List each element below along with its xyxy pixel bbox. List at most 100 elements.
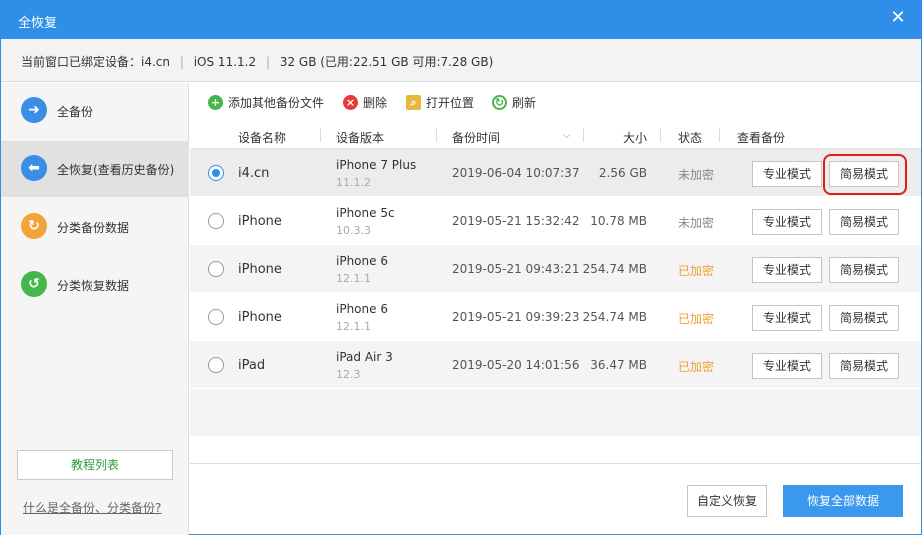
backup-size: 254.74 MB <box>582 310 647 324</box>
row-radio[interactable] <box>208 165 224 181</box>
empty-row <box>190 389 921 437</box>
easy-mode-button[interactable]: 简易模式 <box>829 257 899 283</box>
toolbar: + 添加其他备份文件 × 删除 ⌕ 打开位置 ↻ 刷新 <box>190 83 921 121</box>
status-badge: 已加密 <box>678 360 715 374</box>
backup-size: 2.56 GB <box>598 166 647 180</box>
device-ios-version: 12.1.1 <box>336 272 371 285</box>
backup-time: 2019-05-21 09:43:21 <box>452 262 580 276</box>
column-header-view-backup: 查看备份 <box>737 131 786 145</box>
delete-button[interactable]: × 删除 <box>343 94 387 112</box>
column-divider <box>320 128 321 142</box>
device-name: i4.cn <box>141 55 171 69</box>
window-title: 全恢复 <box>18 16 58 31</box>
table-row[interactable]: i4.cn iPhone 7 Plus 11.1.2 2019-06-04 10… <box>190 149 921 197</box>
sidebar-item-label: 分类恢复数据 <box>57 279 130 293</box>
add-backup-button[interactable]: + 添加其他备份文件 <box>208 94 324 112</box>
column-divider <box>583 128 584 142</box>
device-ios: iOS 11.1.2 <box>193 55 257 69</box>
sidebar-item-label: 全备份 <box>57 105 94 119</box>
easy-mode-button[interactable]: 简易模式 <box>829 353 899 379</box>
sort-chevron-icon[interactable]: ⌵ <box>563 130 571 141</box>
backup-time: 2019-05-21 15:32:42 <box>452 214 580 228</box>
sidebar: ➜ 全备份 ⬅ 全恢复(查看历史备份) ↻ 分类备份数据 ↺ 分类恢复数据 教程… <box>1 83 189 535</box>
status-badge: 已加密 <box>678 312 715 326</box>
refresh-icon: ↻ <box>492 95 507 110</box>
device-name: iPhone <box>238 262 282 277</box>
device-ios-version: 11.1.2 <box>336 176 371 189</box>
table-row[interactable]: iPhone iPhone 6 12.1.1 2019-05-21 09:43:… <box>190 245 921 293</box>
sidebar-item-category-backup[interactable]: ↻ 分类备份数据 <box>1 199 189 255</box>
sidebar-item-category-restore[interactable]: ↺ 分类恢复数据 <box>1 257 189 313</box>
easy-mode-button[interactable]: 简易模式 <box>829 305 899 331</box>
status-badge: 未加密 <box>678 216 715 230</box>
help-link[interactable]: 什么是全备份、分类备份? <box>23 499 161 516</box>
device-model: iPhone 5c <box>336 206 395 220</box>
backup-arrow-icon: ➜ <box>21 97 47 123</box>
refresh-button[interactable]: ↻ 刷新 <box>492 94 536 112</box>
device-name: iPad <box>238 358 266 373</box>
restore-all-button[interactable]: 恢复全部数据 <box>783 485 903 517</box>
row-radio[interactable] <box>208 357 224 373</box>
pro-mode-button[interactable]: 专业模式 <box>752 305 822 331</box>
footer: 自定义恢复 恢复全部数据 <box>190 463 921 535</box>
device-ios-version: 12.1.1 <box>336 320 371 333</box>
close-icon[interactable]: ✕ <box>887 7 909 29</box>
device-model: iPhone 6 <box>336 302 388 316</box>
sidebar-item-label: 分类备份数据 <box>57 221 130 235</box>
sidebar-item-full-restore[interactable]: ⬅ 全恢复(查看历史备份) <box>1 141 189 197</box>
table-header: 设备名称 设备版本 备份时间 ⌵ 大小 状态 查看备份 <box>190 121 921 149</box>
column-header-backup-time[interactable]: 备份时间 <box>452 129 500 146</box>
title-bar: 全恢复 ✕ <box>1 1 921 39</box>
table-row[interactable]: iPhone iPhone 6 12.1.1 2019-05-21 09:39:… <box>190 293 921 341</box>
plus-icon: + <box>208 95 223 110</box>
column-divider <box>719 128 720 142</box>
device-model: iPad Air 3 <box>336 350 393 364</box>
restore-window: 全恢复 ✕ 当前窗口已绑定设备：i4.cn | iOS 11.1.2 | 32 … <box>0 0 922 535</box>
column-header-version[interactable]: 设备版本 <box>336 129 384 146</box>
backup-size: 254.74 MB <box>582 262 647 276</box>
category-restore-icon: ↺ <box>21 271 47 297</box>
device-info-bar: 当前窗口已绑定设备：i4.cn | iOS 11.1.2 | 32 GB (已用… <box>1 39 921 82</box>
device-info: 当前窗口已绑定设备：i4.cn | iOS 11.1.2 | 32 GB (已用… <box>21 55 494 69</box>
row-radio[interactable] <box>208 309 224 325</box>
device-storage: 32 GB (已用:22.51 GB 可用:7.28 GB) <box>279 55 494 69</box>
device-model: iPhone 7 Plus <box>336 158 417 172</box>
delete-icon: × <box>343 95 358 110</box>
sidebar-item-label: 全恢复(查看历史备份) <box>57 163 175 177</box>
sidebar-item-full-backup[interactable]: ➜ 全备份 <box>1 83 189 139</box>
column-divider <box>436 128 437 142</box>
custom-restore-button[interactable]: 自定义恢复 <box>687 485 767 517</box>
device-name: i4.cn <box>238 166 270 181</box>
pro-mode-button[interactable]: 专业模式 <box>752 257 822 283</box>
backup-size: 36.47 MB <box>590 358 647 372</box>
device-model: iPhone 6 <box>336 254 388 268</box>
tutorial-list-button[interactable]: 教程列表 <box>17 450 173 480</box>
category-backup-icon: ↻ <box>21 213 47 239</box>
row-radio[interactable] <box>208 261 224 277</box>
pro-mode-button[interactable]: 专业模式 <box>752 209 822 235</box>
column-header-size[interactable]: 大小 <box>623 129 647 146</box>
easy-mode-button[interactable]: 简易模式 <box>829 209 899 235</box>
pro-mode-button[interactable]: 专业模式 <box>752 161 822 187</box>
backup-time: 2019-05-20 14:01:56 <box>452 358 580 372</box>
status-badge: 已加密 <box>678 264 715 278</box>
backup-table: i4.cn iPhone 7 Plus 11.1.2 2019-06-04 10… <box>190 149 921 437</box>
backup-time: 2019-05-21 09:39:23 <box>452 310 580 324</box>
table-row[interactable]: iPhone iPhone 5c 10.3.3 2019-05-21 15:32… <box>190 197 921 245</box>
column-header-device-name[interactable]: 设备名称 <box>238 129 286 146</box>
table-row[interactable]: iPad iPad Air 3 12.3 2019-05-20 14:01:56… <box>190 341 921 389</box>
backup-size: 10.78 MB <box>590 214 647 228</box>
column-header-status[interactable]: 状态 <box>678 129 702 146</box>
device-ios-version: 12.3 <box>336 368 361 381</box>
column-divider <box>660 128 661 142</box>
open-location-button[interactable]: ⌕ 打开位置 <box>406 94 474 112</box>
device-name: iPhone <box>238 214 282 229</box>
pro-mode-button[interactable]: 专业模式 <box>752 353 822 379</box>
status-badge: 未加密 <box>678 168 715 182</box>
device-ios-version: 10.3.3 <box>336 224 371 237</box>
folder-search-icon: ⌕ <box>406 95 421 110</box>
device-name: iPhone <box>238 310 282 325</box>
row-radio[interactable] <box>208 213 224 229</box>
backup-time: 2019-06-04 10:07:37 <box>452 166 580 180</box>
restore-arrow-icon: ⬅ <box>21 155 47 181</box>
